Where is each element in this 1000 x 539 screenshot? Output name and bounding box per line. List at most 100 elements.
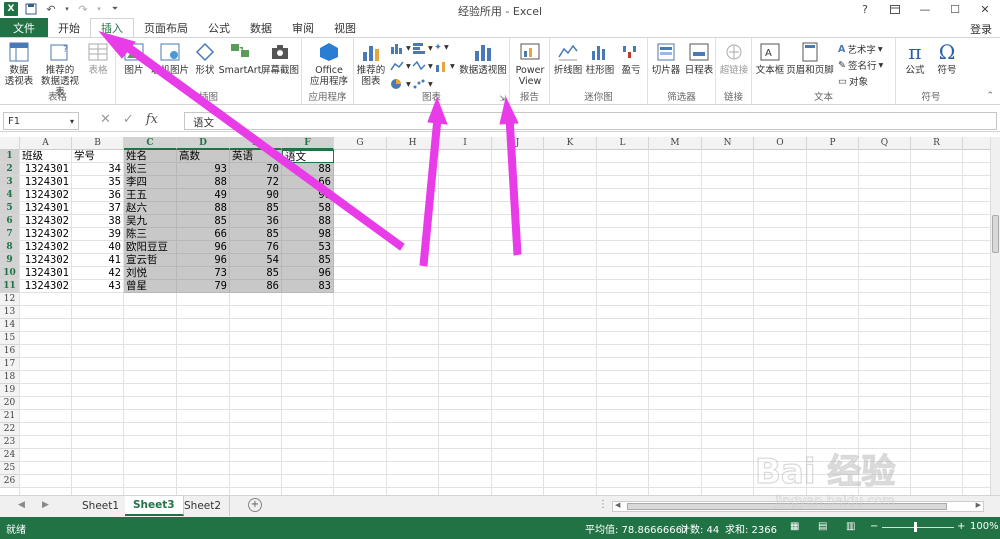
vertical-scroll-thumb[interactable]: [992, 215, 999, 253]
header-footer-button[interactable]: 页眉和页脚: [786, 41, 834, 76]
tab-view[interactable]: 视图: [324, 18, 366, 37]
normal-view-icon[interactable]: ▦: [790, 521, 799, 532]
column-header[interactable]: B: [72, 137, 124, 150]
column-header[interactable]: I: [439, 137, 492, 150]
row-header[interactable]: 9: [0, 254, 20, 267]
stock-chart-dropdown[interactable]: ▾: [412, 60, 433, 72]
column-header[interactable]: P: [807, 137, 859, 150]
data-cell[interactable]: 90: [230, 189, 282, 202]
data-cell[interactable]: 96: [177, 241, 230, 254]
textbox-button[interactable]: A 文本框: [754, 41, 786, 76]
data-cell[interactable]: 39: [72, 228, 124, 241]
row-header[interactable]: 8: [0, 241, 20, 254]
data-cell[interactable]: 1324302: [20, 189, 72, 202]
zoom-slider[interactable]: [882, 522, 954, 532]
row-header[interactable]: 16: [0, 345, 20, 358]
data-cell[interactable]: 34: [72, 163, 124, 176]
row-header[interactable]: 2: [0, 163, 20, 176]
data-cell[interactable]: 79: [177, 280, 230, 293]
collapse-ribbon-icon[interactable]: ⌃: [986, 91, 994, 101]
undo-icon[interactable]: ↶: [44, 2, 58, 16]
power-view-button[interactable]: Power View: [513, 41, 547, 87]
data-cell[interactable]: 1324301: [20, 267, 72, 280]
minimize-button[interactable]: —: [910, 0, 940, 18]
data-cell[interactable]: 85: [230, 267, 282, 280]
line-chart-dropdown[interactable]: ▾: [390, 60, 411, 72]
data-cell[interactable]: 吴九: [124, 215, 177, 228]
data-cell[interactable]: 72: [230, 176, 282, 189]
cancel-icon[interactable]: ✕: [100, 112, 111, 127]
row-header[interactable]: 26: [0, 475, 20, 488]
worksheet-grid[interactable]: ABCDEFGHIJKLMNOPQR 1 2 3 4 5 6 7 8 9 10 11 12 13 14 15…: [0, 137, 990, 495]
row-header[interactable]: 7: [0, 228, 20, 241]
row-header[interactable]: 18: [0, 371, 20, 384]
page-layout-view-icon[interactable]: ▤: [818, 521, 827, 532]
data-cell[interactable]: 刘悦: [124, 267, 177, 280]
data-cell[interactable]: 76: [230, 241, 282, 254]
row-header[interactable]: 23: [0, 436, 20, 449]
close-button[interactable]: ✕: [970, 0, 1000, 18]
maximize-button[interactable]: ☐: [940, 0, 970, 18]
data-cell[interactable]: 1324302: [20, 254, 72, 267]
row-header[interactable]: 25: [0, 462, 20, 475]
data-cell[interactable]: 85: [282, 254, 334, 267]
horizontal-scroll-thumb[interactable]: [627, 503, 947, 510]
shapes-button[interactable]: 形状: [192, 41, 218, 76]
sparkline-winloss-button[interactable]: 盈亏: [616, 41, 646, 76]
data-cell[interactable]: 欧阳豆豆: [124, 241, 177, 254]
header-cell[interactable]: 学号: [72, 150, 124, 163]
table-button[interactable]: 表格: [84, 41, 112, 76]
data-cell[interactable]: 1324302: [20, 215, 72, 228]
screenshot-button[interactable]: 屏幕截图: [261, 41, 299, 76]
data-cell[interactable]: 37: [72, 202, 124, 215]
redo-dropdown-icon[interactable]: ▾: [96, 2, 102, 16]
formula-input[interactable]: 语文: [184, 112, 997, 130]
row-header[interactable]: 11: [0, 280, 20, 293]
data-cell[interactable]: 陈三: [124, 228, 177, 241]
sheet-tab-sheet2[interactable]: Sheet2: [176, 496, 231, 516]
data-cell[interactable]: 88: [177, 176, 230, 189]
column-header[interactable]: N: [702, 137, 754, 150]
tab-page-layout[interactable]: 页面布局: [134, 18, 198, 37]
column-header[interactable]: C: [124, 137, 177, 150]
zoom-level[interactable]: 100%: [970, 521, 999, 532]
zoom-in-button[interactable]: +: [957, 521, 965, 532]
column-chart-dropdown[interactable]: ▾: [390, 42, 411, 54]
insert-function-icon[interactable]: fx: [146, 112, 158, 127]
sheet-nav-prev-icon[interactable]: ◀: [18, 500, 25, 510]
sheet-tab-sheet3[interactable]: Sheet3: [125, 496, 184, 516]
symbol-button[interactable]: Ω 符号: [932, 41, 962, 77]
object-button[interactable]: ▭ 对象: [838, 74, 868, 89]
name-box[interactable]: F1 ▾: [3, 112, 79, 130]
row-header[interactable]: 3: [0, 176, 20, 189]
data-cell[interactable]: 35: [72, 176, 124, 189]
data-cell[interactable]: 张三: [124, 163, 177, 176]
login-link[interactable]: 登录: [970, 21, 992, 37]
row-header[interactable]: 13: [0, 306, 20, 319]
data-cell[interactable]: 宣云哲: [124, 254, 177, 267]
select-all-corner[interactable]: [0, 137, 20, 150]
data-cell[interactable]: 38: [72, 215, 124, 228]
tab-review[interactable]: 审阅: [282, 18, 324, 37]
undo-dropdown-icon[interactable]: ▾: [64, 2, 70, 16]
data-cell[interactable]: 85: [230, 202, 282, 215]
data-cell[interactable]: 41: [72, 254, 124, 267]
tab-home[interactable]: 开始: [48, 18, 90, 37]
save-icon[interactable]: [24, 2, 38, 16]
row-header[interactable]: 14: [0, 319, 20, 332]
column-header[interactable]: F: [282, 137, 334, 150]
data-cell[interactable]: 1324301: [20, 163, 72, 176]
data-cell[interactable]: 1324301: [20, 176, 72, 189]
row-header[interactable]: 6: [0, 215, 20, 228]
customize-qat-icon[interactable]: ⏷: [108, 2, 122, 16]
data-cell[interactable]: 88: [282, 163, 334, 176]
data-cell[interactable]: 96: [282, 267, 334, 280]
zoom-out-button[interactable]: −: [870, 521, 878, 532]
row-header[interactable]: 22: [0, 423, 20, 436]
column-header[interactable]: O: [754, 137, 807, 150]
data-cell[interactable]: 93: [177, 163, 230, 176]
data-cell[interactable]: 70: [230, 163, 282, 176]
data-cell[interactable]: 66: [282, 176, 334, 189]
page-break-view-icon[interactable]: ▥: [846, 521, 855, 532]
enter-icon[interactable]: ✓: [123, 112, 134, 127]
